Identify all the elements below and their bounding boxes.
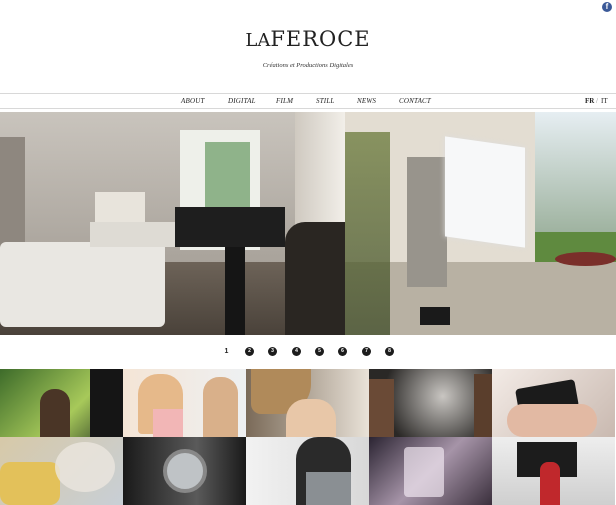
hero-slider[interactable]	[0, 112, 616, 335]
thumbnail-5[interactable]	[492, 369, 615, 437]
tagline: Créations et Productions Digitales	[262, 62, 354, 69]
logo-prefix: La	[245, 30, 271, 51]
hero-image-interior-shoot	[0, 112, 345, 335]
nav-still[interactable]: STILL	[316, 97, 335, 105]
nav-news[interactable]: NEWS	[357, 97, 376, 105]
thumbnail-1[interactable]	[0, 369, 123, 437]
language-separator: /	[596, 97, 598, 105]
thumbnail-3[interactable]	[246, 369, 369, 437]
language-fr[interactable]: FR	[585, 97, 594, 105]
slider-pagination: 1 2 3 4 5 6 7 8	[0, 347, 616, 359]
slider-page-3[interactable]: 3	[268, 347, 277, 356]
thumbnail-8[interactable]	[246, 437, 369, 505]
slider-page-2[interactable]: 2	[245, 347, 254, 356]
thumbnail-2[interactable]	[123, 369, 246, 437]
slider-page-1[interactable]: 1	[222, 347, 231, 356]
thumbnail-10[interactable]	[492, 437, 615, 505]
slider-page-4[interactable]: 4	[292, 347, 301, 356]
facebook-icon[interactable]: f	[602, 2, 612, 12]
thumbnail-7[interactable]	[123, 437, 246, 505]
slider-page-5[interactable]: 5	[315, 347, 324, 356]
slider-page-6[interactable]: 6	[338, 347, 347, 356]
thumbnail-6[interactable]	[0, 437, 123, 505]
slider-page-8[interactable]: 8	[385, 347, 394, 356]
logo-main: FEROCE	[270, 27, 371, 51]
nav-about[interactable]: ABOUT	[181, 97, 205, 105]
language-it[interactable]: IT	[601, 97, 608, 105]
site-logo[interactable]: LaFEROCE	[0, 27, 616, 51]
nav-digital[interactable]: DIGITAL	[228, 97, 256, 105]
thumbnail-4[interactable]	[369, 369, 492, 437]
nav-film[interactable]: FILM	[276, 97, 293, 105]
slider-page-7[interactable]: 7	[362, 347, 371, 356]
thumbnail-9[interactable]	[369, 437, 492, 505]
nav-contact[interactable]: CONTACT	[399, 97, 431, 105]
main-navigation: ABOUT DIGITAL FILM STILL NEWS CONTACT FR…	[0, 93, 616, 109]
hero-image-exterior-shoot	[345, 112, 616, 335]
